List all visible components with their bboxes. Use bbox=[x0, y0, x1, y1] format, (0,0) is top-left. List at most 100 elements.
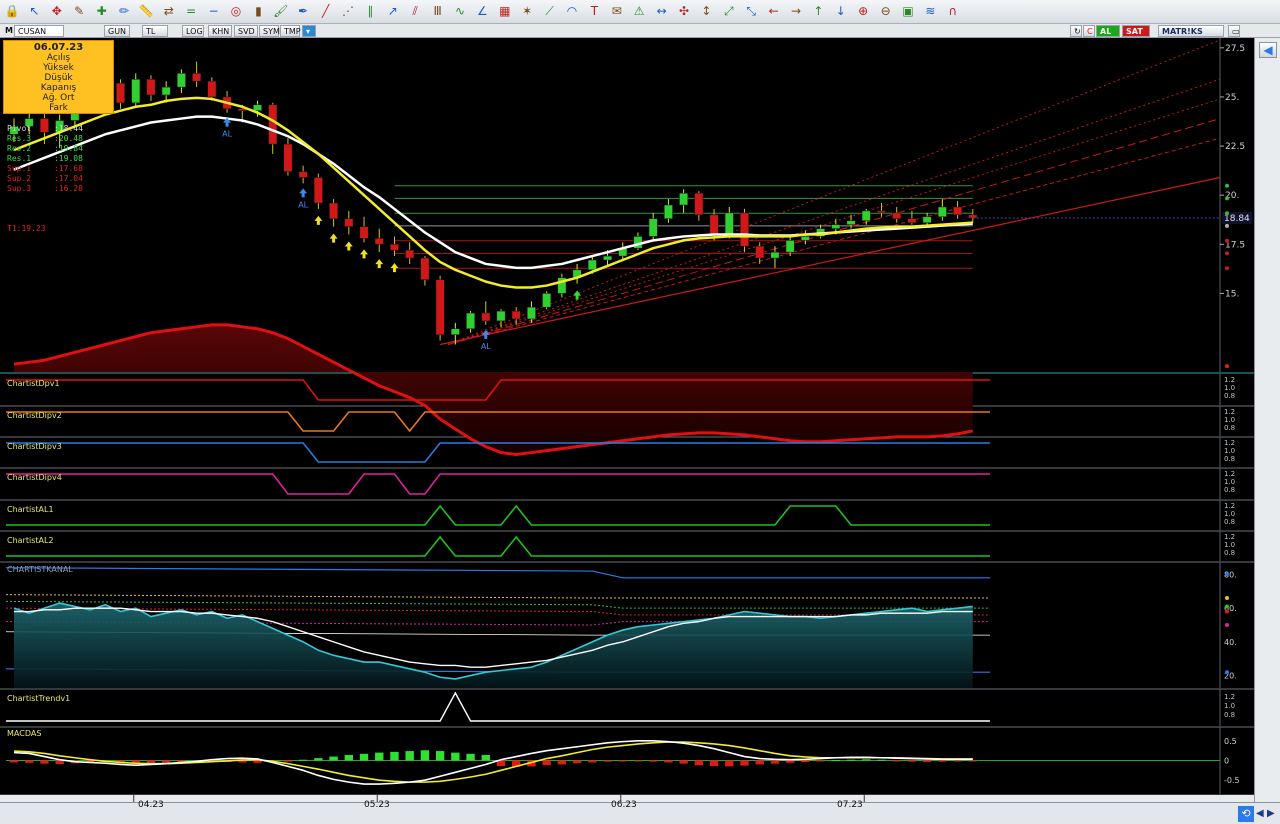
note-icon[interactable]: ✉ bbox=[609, 3, 625, 19]
macd-histogram-bar bbox=[390, 751, 399, 761]
res3-label: Res.3 bbox=[7, 134, 32, 143]
x-label-05-23: 05.23 bbox=[364, 800, 390, 810]
arrow-down-icon[interactable]: ↓ bbox=[833, 3, 849, 19]
arrow-right-icon[interactable]: → bbox=[788, 3, 804, 19]
x-label-04-23: 04.23 bbox=[138, 800, 164, 810]
pencil-icon[interactable]: ✏ bbox=[116, 3, 132, 19]
dropdown-icon[interactable]: ▾ bbox=[302, 25, 316, 37]
line-tool-icon[interactable]: ╱ bbox=[318, 3, 334, 19]
wave-tool-icon[interactable]: ≋ bbox=[922, 3, 938, 19]
tmp-button[interactable]: TMP bbox=[280, 25, 301, 37]
candle-body bbox=[253, 104, 262, 111]
arrows-icon[interactable]: ✥ bbox=[49, 3, 65, 19]
macd-histogram-bar bbox=[405, 751, 414, 761]
khn-button[interactable]: KHN bbox=[208, 25, 232, 37]
chart-area: 27.5 25. 22.5 20. 17.5 15. AL AL AL 18.84 Chartist… bbox=[0, 38, 1280, 824]
grid-icon[interactable]: ▦ bbox=[497, 3, 513, 19]
equal-icon[interactable]: = bbox=[183, 3, 199, 19]
parallel-icon[interactable]: ∥ bbox=[362, 3, 378, 19]
trading-app: { "toolbar": { "icons": ["lock-icon","cu… bbox=[0, 0, 1280, 824]
sell-button[interactable]: SAT bbox=[1122, 25, 1150, 37]
cross-icon[interactable]: ✚ bbox=[94, 3, 110, 19]
period-button[interactable]: GUN bbox=[104, 25, 130, 37]
minus-icon[interactable]: − bbox=[206, 3, 222, 19]
angle-icon[interactable]: ∠ bbox=[474, 3, 490, 19]
info-high-label: Yüksek bbox=[43, 63, 74, 73]
macd-histogram-bar bbox=[451, 752, 460, 761]
indicator-tick-label: 0.8 bbox=[1224, 455, 1235, 463]
magnet-icon[interactable]: ∩ bbox=[945, 3, 961, 19]
cursor-icon[interactable]: ↖ bbox=[26, 3, 42, 19]
scroll-right-icon[interactable]: ▶ bbox=[1267, 806, 1277, 822]
channel-icon[interactable]: ⫽ bbox=[407, 3, 423, 19]
bar-icon[interactable]: ▮ bbox=[250, 3, 266, 19]
vision-icon[interactable]: ◎ bbox=[228, 3, 244, 19]
macd-histogram-bar bbox=[892, 760, 901, 762]
alert-icon[interactable]: ⚠ bbox=[631, 3, 647, 19]
svd-button[interactable]: SVD bbox=[234, 25, 258, 37]
indicator-tick-label: 0.8 bbox=[1224, 518, 1235, 526]
gann-icon[interactable]: ✶ bbox=[519, 3, 535, 19]
macd-histogram-bar bbox=[633, 760, 643, 762]
level-axis-dot bbox=[1225, 238, 1229, 243]
candle-body bbox=[694, 192, 704, 216]
text-icon[interactable]: T bbox=[586, 3, 602, 19]
fan-icon[interactable]: ⋰ bbox=[340, 3, 356, 19]
indicator-tick-label: 1.0 bbox=[1224, 510, 1235, 518]
expand-icon[interactable]: ⤢ bbox=[721, 3, 737, 19]
move-both-icon[interactable]: ✣ bbox=[676, 3, 692, 19]
info-close-label: Kapanış bbox=[40, 83, 77, 93]
minimize-icon[interactable]: ▭ bbox=[1228, 25, 1240, 37]
arrow-left-icon[interactable]: ← bbox=[766, 3, 782, 19]
trend-icon[interactable]: ↗ bbox=[385, 3, 401, 19]
trend-title: ChartistTrendv1 bbox=[7, 694, 70, 703]
sym-button[interactable]: SYM bbox=[259, 25, 280, 37]
scroll-left-icon[interactable]: ◀ bbox=[1256, 806, 1266, 822]
c-button[interactable]: C bbox=[1083, 25, 1095, 37]
candle-body bbox=[800, 236, 810, 241]
macd-histogram-bar bbox=[816, 760, 825, 762]
picture-icon[interactable]: ▣ bbox=[900, 3, 916, 19]
candle-body bbox=[831, 224, 841, 229]
kanal-axis-dot bbox=[1225, 670, 1229, 675]
res1-value: :19.08 bbox=[54, 154, 83, 163]
arc-icon[interactable]: ◠ bbox=[564, 3, 580, 19]
wave-icon[interactable]: ∿ bbox=[452, 3, 468, 19]
macd-histogram-bar bbox=[283, 760, 293, 762]
arrow-up-icon[interactable]: ↑ bbox=[810, 3, 826, 19]
swap-icon[interactable]: ⇄ bbox=[161, 3, 177, 19]
regression-icon[interactable]: ⟋ bbox=[542, 3, 558, 19]
brush-icon[interactable]: 🖌 bbox=[273, 3, 289, 19]
zoom-in-icon[interactable]: ⊕ bbox=[855, 3, 871, 19]
lock-icon[interactable]: 🔒 bbox=[4, 3, 20, 19]
pen-icon[interactable]: ✎ bbox=[71, 3, 87, 19]
symbol-input[interactable]: CUSAN bbox=[14, 25, 64, 37]
zoom-out-icon[interactable]: ⊖ bbox=[878, 3, 894, 19]
move-horizontal-icon[interactable]: ↔ bbox=[654, 3, 670, 19]
candle-body bbox=[313, 177, 323, 204]
macd-tick-label: -0.5 bbox=[1224, 776, 1240, 785]
y-tick-label: 15. bbox=[1225, 289, 1239, 299]
currency-button[interactable]: TL bbox=[142, 25, 168, 37]
macd-histogram-bar bbox=[481, 754, 490, 761]
log-button[interactable]: LOG bbox=[182, 25, 204, 37]
candle-body bbox=[161, 86, 171, 96]
fib-icon[interactable]: Ⅲ bbox=[430, 3, 446, 19]
candle-body bbox=[116, 82, 125, 104]
candle-body bbox=[374, 238, 384, 245]
move-vertical-icon[interactable]: ↕ bbox=[698, 3, 714, 19]
marker-icon[interactable]: ✒ bbox=[295, 3, 311, 19]
collapse-arrow-icon[interactable]: ◀ bbox=[1259, 42, 1277, 58]
sync-icon[interactable]: ⟲ bbox=[1238, 806, 1254, 822]
level-axis-dot bbox=[1225, 223, 1229, 228]
compress-icon[interactable]: ⤡ bbox=[743, 3, 759, 19]
macd-histogram-bar bbox=[801, 760, 810, 763]
refresh-icon[interactable]: ↻ bbox=[1070, 25, 1082, 37]
indicator-tick-label: 1.2 bbox=[1224, 408, 1235, 416]
menu-label[interactable]: M bbox=[2, 25, 13, 37]
candle-body bbox=[542, 293, 552, 308]
macd-histogram-bar bbox=[314, 758, 323, 761]
buy-button[interactable]: AL bbox=[1096, 25, 1120, 37]
indicator-tick-label: 0.8 bbox=[1224, 392, 1235, 400]
ruler-icon[interactable]: 📏 bbox=[138, 3, 154, 19]
